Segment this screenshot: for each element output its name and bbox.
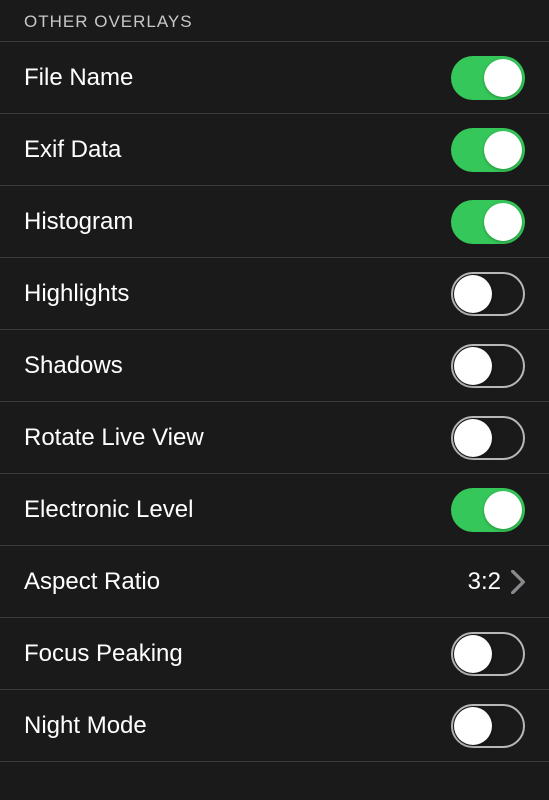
row-label: Exif Data: [24, 136, 121, 164]
row-exif-data: Exif Data: [0, 113, 549, 186]
row-label: File Name: [24, 64, 133, 92]
section-header: OTHER OVERLAYS: [0, 0, 549, 40]
row-focus-peaking: Focus Peaking: [0, 617, 549, 690]
row-shadows: Shadows: [0, 329, 549, 402]
row-highlights: Highlights: [0, 257, 549, 330]
toggle-knob: [454, 347, 492, 385]
toggle-knob: [454, 275, 492, 313]
row-electronic-level: Electronic Level: [0, 473, 549, 546]
toggle-knob: [454, 707, 492, 745]
toggle-night-mode[interactable]: [451, 704, 525, 748]
toggle-focus-peaking[interactable]: [451, 632, 525, 676]
select-aspect-ratio: 3:2: [468, 568, 525, 596]
row-night-mode: Night Mode: [0, 689, 549, 762]
row-rotate-live-view: Rotate Live View: [0, 401, 549, 474]
row-label: Rotate Live View: [24, 424, 204, 452]
row-label: Histogram: [24, 208, 133, 236]
settings-list: File Name Exif Data Histogram Highlights…: [0, 41, 549, 762]
toggle-highlights[interactable]: [451, 272, 525, 316]
toggle-histogram[interactable]: [451, 200, 525, 244]
toggle-knob: [484, 131, 522, 169]
toggle-knob: [454, 419, 492, 457]
toggle-knob: [484, 59, 522, 97]
toggle-electronic-level[interactable]: [451, 488, 525, 532]
toggle-shadows[interactable]: [451, 344, 525, 388]
row-label: Highlights: [24, 280, 129, 308]
row-histogram: Histogram: [0, 185, 549, 258]
row-label: Shadows: [24, 352, 123, 380]
toggle-knob: [454, 635, 492, 673]
row-file-name: File Name: [0, 41, 549, 114]
toggle-knob: [484, 491, 522, 529]
row-label: Night Mode: [24, 712, 147, 740]
chevron-right-icon: [511, 570, 525, 594]
toggle-file-name[interactable]: [451, 56, 525, 100]
row-label: Aspect Ratio: [24, 568, 160, 596]
row-aspect-ratio[interactable]: Aspect Ratio 3:2: [0, 545, 549, 618]
toggle-knob: [484, 203, 522, 241]
row-label: Focus Peaking: [24, 640, 183, 668]
section-title: OTHER OVERLAYS: [24, 12, 193, 31]
select-value: 3:2: [468, 568, 501, 596]
toggle-exif-data[interactable]: [451, 128, 525, 172]
row-label: Electronic Level: [24, 496, 193, 524]
toggle-rotate-live-view[interactable]: [451, 416, 525, 460]
